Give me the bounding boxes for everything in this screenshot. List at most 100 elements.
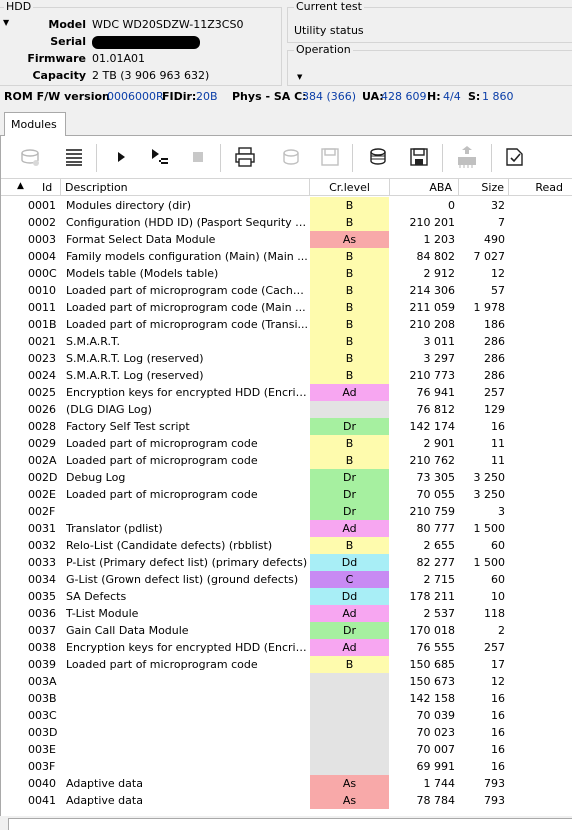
aba-cell: 170 018 <box>409 624 456 637</box>
table-row[interactable]: 0031 Translator (pdlist) Ad 80 777 1 500 <box>1 520 572 537</box>
table-row[interactable]: 0033 P-List (Primary defect list) (primar… <box>1 554 572 571</box>
module-id-cell: 0004 <box>28 250 56 263</box>
aba-cell: 150 673 <box>409 675 456 688</box>
horizontal-scrollbar[interactable] <box>8 818 572 830</box>
module-id-cell: 0035 <box>28 590 56 603</box>
stop-icon[interactable] <box>183 142 213 172</box>
module-id-cell: 002A <box>28 454 57 467</box>
play-icon[interactable] <box>106 142 136 172</box>
size-cell: 16 <box>491 760 505 773</box>
current-test-panel: Current test Utility status <box>287 0 572 43</box>
module-description-cell: Adaptive data <box>66 777 143 790</box>
module-id-cell: 0021 <box>28 335 56 348</box>
cr-level-cell: B <box>310 265 389 282</box>
size-cell: 16 <box>491 709 505 722</box>
table-row[interactable]: 0026 (DLG DIAG Log) 76 812 129 <box>1 401 572 418</box>
table-row[interactable]: 003C 70 039 16 <box>1 707 572 724</box>
disk-open-icon[interactable] <box>276 142 306 172</box>
table-row[interactable]: 0001 Modules directory (dir) B 0 32 <box>1 197 572 214</box>
table-row[interactable]: 0035 SA Defects Dd 178 211 10 <box>1 588 572 605</box>
table-row[interactable]: 0036 T-List Module Ad 2 537 118 <box>1 605 572 622</box>
module-id-cell: 0032 <box>28 539 56 552</box>
h-value: 4/4 <box>443 90 461 103</box>
table-row[interactable]: 0040 Adaptive data As 1 744 793 <box>1 775 572 792</box>
table-row[interactable]: 0002 Configuration (HDD ID) (Pasport Sequ… <box>1 214 572 231</box>
module-id-cell: 0033 <box>28 556 56 569</box>
aba-cell: 76 941 <box>416 386 456 399</box>
size-cell: 11 <box>491 454 505 467</box>
table-row[interactable]: 003B 142 158 16 <box>1 690 572 707</box>
table-row[interactable]: 0025 Encryption keys for encrypted HDD (E… <box>1 384 572 401</box>
table-row[interactable]: 002A Loaded part of microprogram code B 210… <box>1 452 572 469</box>
aba-cell: 210 201 <box>409 216 456 229</box>
module-id-cell: 0038 <box>28 641 56 654</box>
size-cell: 7 <box>498 216 505 229</box>
table-row[interactable]: 0028 Factory Self Test script Dr 142 174 16 <box>1 418 572 435</box>
table-row[interactable]: 0041 Adaptive data As 78 784 793 <box>1 792 572 809</box>
chip-write-icon[interactable] <box>452 142 482 172</box>
chip-save-icon[interactable] <box>404 142 434 172</box>
table-row[interactable]: 0024 S.M.A.R.T. Log (reserved) B 210 773 286 <box>1 367 572 384</box>
table-row[interactable]: 003A 150 673 12 <box>1 673 572 690</box>
chip-read-icon[interactable] <box>363 142 393 172</box>
size-cell: 12 <box>491 267 505 280</box>
size-cell: 1 978 <box>473 301 506 314</box>
disk-save-icon[interactable] <box>315 142 345 172</box>
cr-level-cell: B <box>310 299 389 316</box>
table-row[interactable]: 002D Debug Log Dr 73 305 3 250 <box>1 469 572 486</box>
module-description-cell <box>66 758 308 775</box>
table-row[interactable]: 002E Loaded part of microprogram code Dr 70… <box>1 486 572 503</box>
hdd-info-panel: HDD ▼ Model WDC WD20SDZW-11Z3CS0 Serial … <box>0 0 282 86</box>
aba-cell: 70 023 <box>416 726 456 739</box>
tab-modules[interactable]: Modules <box>4 112 66 137</box>
module-description-cell <box>66 707 308 724</box>
module-id-cell: 0040 <box>28 777 56 790</box>
disk-read-icon[interactable] <box>15 142 45 172</box>
firmware-info-bar: ROM F/W version 0006000R FIDir: 20B Phys… <box>0 90 572 106</box>
cr-level-cell: B <box>310 197 389 214</box>
table-row[interactable]: 0004 Family models configuration (Main) (… <box>1 248 572 265</box>
table-row[interactable]: 0021 S.M.A.R.T. B 3 011 286 <box>1 333 572 350</box>
module-id-cell: 003C <box>28 709 57 722</box>
cr-level-cell: B <box>310 435 389 452</box>
table-row[interactable]: 003F 69 991 16 <box>1 758 572 775</box>
column-aba-header[interactable]: ABA <box>390 179 459 196</box>
cr-level-cell: Dr <box>310 486 389 503</box>
table-row[interactable]: 003D 70 023 16 <box>1 724 572 741</box>
table-row[interactable]: 002F Dr 210 759 3 <box>1 503 572 520</box>
table-row[interactable]: 0003 Format Select Data Module As 1 203 490 <box>1 231 572 248</box>
size-cell: 3 250 <box>473 488 506 501</box>
table-row[interactable]: 0023 S.M.A.R.T. Log (reserved) B 3 297 286 <box>1 350 572 367</box>
module-id-cell: 001B <box>28 318 57 331</box>
table-row[interactable]: 0038 Encryption keys for encrypted HDD (E… <box>1 639 572 656</box>
table-row[interactable]: 003E 70 007 16 <box>1 741 572 758</box>
operation-dropdown-icon[interactable]: ▼ <box>297 73 302 81</box>
print-icon[interactable] <box>230 142 260 172</box>
table-row[interactable]: 0034 G-List (Grown defect list) (ground d… <box>1 571 572 588</box>
table-row[interactable]: 0032 Relo-List (Candidate defects) (rbbli… <box>1 537 572 554</box>
cr-level-cell: C <box>310 571 389 588</box>
table-row[interactable]: 0039 Loaded part of microprogram code B 150… <box>1 656 572 673</box>
table-row[interactable]: 000C Models table (Models table) B 2 912 12 <box>1 265 572 282</box>
firmware-label: Firmware <box>27 52 86 65</box>
aba-cell: 2 715 <box>423 573 456 586</box>
module-description-cell: Family models configuration (Main) (Main… <box>66 250 308 263</box>
table-row[interactable]: 0029 Loaded part of microprogram code B 2 9… <box>1 435 572 452</box>
checklist-icon[interactable] <box>499 142 529 172</box>
table-row[interactable]: 0037 Gain Call Data Module Dr 170 018 2 <box>1 622 572 639</box>
module-description-cell <box>66 503 308 520</box>
column-size-header[interactable]: Size <box>459 179 509 196</box>
module-description-cell: Factory Self Test script <box>66 420 190 433</box>
table-row[interactable]: 0010 Loaded part of microprogram code (Ca… <box>1 282 572 299</box>
column-cr-level-header[interactable]: Cr.level <box>310 179 390 196</box>
cr-level-cell: Ad <box>310 605 389 622</box>
size-cell: 57 <box>491 284 505 297</box>
table-row[interactable]: 001B Loaded part of microprogram code (Tr… <box>1 316 572 333</box>
table-row[interactable]: 0011 Loaded part of microprogram code (Ma… <box>1 299 572 316</box>
column-description-header[interactable]: Description <box>61 179 310 196</box>
list-icon[interactable] <box>59 142 89 172</box>
step-icon[interactable] <box>144 142 174 172</box>
column-id-header[interactable]: ▲ Id <box>1 179 61 196</box>
size-cell: 118 <box>484 607 505 620</box>
column-read-header[interactable]: Read <box>509 179 572 196</box>
